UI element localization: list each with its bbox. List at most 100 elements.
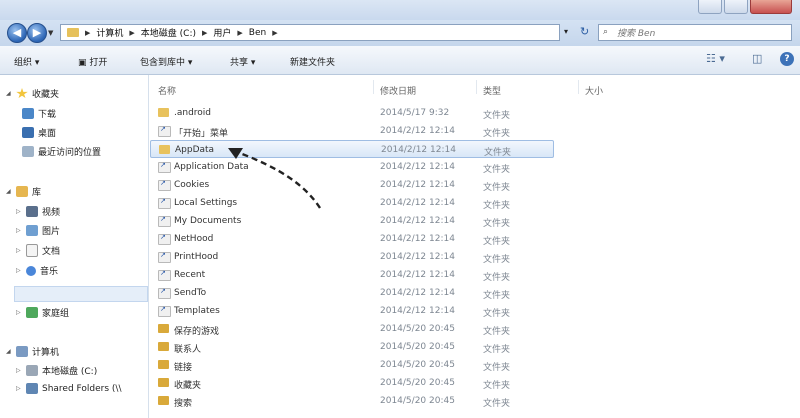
refresh-icon[interactable]: ↻ bbox=[580, 25, 589, 38]
chevron-right-icon[interactable]: ▶ bbox=[129, 29, 134, 37]
drive-icon bbox=[26, 365, 38, 376]
view-options-icon[interactable]: ☷ ▾ bbox=[706, 52, 725, 65]
file-type: 文件夹 bbox=[483, 183, 511, 193]
file-date: 2014/2/12 12:14 bbox=[380, 306, 455, 316]
folder-icon bbox=[159, 145, 170, 154]
search-box[interactable]: ⌕ bbox=[598, 24, 792, 41]
nav-label: 收藏夹 bbox=[32, 90, 60, 100]
chevron-right-icon[interactable]: ▶ bbox=[272, 29, 277, 37]
special-folder-icon bbox=[158, 378, 169, 387]
file-name: 收藏夹 bbox=[174, 381, 202, 391]
expand-icon[interactable]: ▷ bbox=[16, 385, 22, 392]
column-divider[interactable] bbox=[373, 80, 374, 94]
share-button[interactable]: 共享 ▾ bbox=[230, 55, 255, 68]
file-type: 文件夹 bbox=[483, 381, 511, 391]
collapse-icon[interactable]: ◢ bbox=[6, 348, 12, 355]
column-header-name[interactable]: 名称 bbox=[158, 84, 176, 97]
new-folder-button[interactable]: 新建文件夹 bbox=[290, 55, 335, 68]
nav-label: 本地磁盘 (C:) bbox=[42, 367, 98, 377]
file-date: 2014/5/20 20:45 bbox=[380, 396, 455, 406]
expand-icon[interactable]: ▷ bbox=[16, 309, 22, 316]
file-type: 文件夹 bbox=[483, 111, 511, 121]
chevron-right-icon[interactable]: ▶ bbox=[237, 29, 242, 37]
nav-libraries[interactable]: ◢ 库 bbox=[6, 185, 41, 198]
file-row[interactable]: PrintHood 2014/2/12 12:14 文件夹 bbox=[150, 248, 800, 266]
expand-icon[interactable]: ▷ bbox=[16, 227, 22, 234]
column-divider[interactable] bbox=[578, 80, 579, 94]
nav-label: 库 bbox=[32, 188, 42, 198]
folder-shortcut-icon bbox=[158, 287, 171, 299]
file-row[interactable]: 链接 2014/5/20 20:45 文件夹 bbox=[150, 356, 800, 374]
file-row[interactable]: .android 2014/5/17 9:32 文件夹 bbox=[150, 104, 800, 122]
file-date: 2014/2/12 12:14 bbox=[380, 180, 455, 190]
open-label: 打开 bbox=[89, 58, 108, 68]
file-date: 2014/2/12 12:14 bbox=[380, 234, 455, 244]
breadcrumb-ben[interactable]: Ben bbox=[249, 28, 266, 38]
column-header-size[interactable]: 大小 bbox=[585, 84, 603, 97]
folder-icon bbox=[158, 108, 169, 117]
include-in-library-button[interactable]: 包含到库中 ▾ bbox=[140, 55, 192, 68]
expand-icon[interactable]: ▷ bbox=[16, 208, 22, 215]
search-input[interactable] bbox=[615, 26, 789, 41]
breadcrumb-local-disk[interactable]: 本地磁盘 (C:) bbox=[141, 26, 196, 39]
library-icon bbox=[16, 186, 28, 197]
file-name: 联系人 bbox=[174, 345, 202, 355]
nav-pictures[interactable]: ▷ 图片 bbox=[16, 224, 60, 237]
address-dropdown-icon[interactable]: ▾ bbox=[564, 27, 568, 36]
close-button[interactable] bbox=[750, 0, 792, 14]
file-name: AppData bbox=[175, 145, 215, 155]
file-row[interactable]: Templates 2014/2/12 12:14 文件夹 bbox=[150, 302, 800, 320]
expand-icon[interactable]: ▷ bbox=[16, 367, 22, 374]
nav-label: 桌面 bbox=[38, 129, 57, 139]
back-button[interactable]: ◀ bbox=[7, 23, 27, 43]
file-row[interactable]: 联系人 2014/5/20 20:45 文件夹 bbox=[150, 338, 800, 356]
file-row[interactable]: 收藏夹 2014/5/20 20:45 文件夹 bbox=[150, 374, 800, 392]
column-header-type[interactable]: 类型 bbox=[483, 84, 501, 97]
breadcrumb-users[interactable]: 用户 bbox=[213, 26, 231, 39]
expand-icon[interactable]: ▷ bbox=[16, 247, 22, 254]
document-icon bbox=[26, 244, 38, 257]
open-button[interactable]: ▣ 打开 bbox=[78, 55, 107, 68]
minimize-button[interactable] bbox=[698, 0, 722, 14]
nav-recent[interactable]: 最近访问的位置 bbox=[22, 145, 101, 158]
nav-computer[interactable]: ◢ 计算机 bbox=[6, 345, 59, 358]
column-header-date[interactable]: 修改日期 bbox=[380, 84, 416, 97]
file-row[interactable]: AppData 2014/2/12 12:14 文件夹 bbox=[150, 140, 554, 158]
nav-shared-folders[interactable]: ▷ Shared Folders (\\ bbox=[16, 383, 121, 394]
maximize-button[interactable] bbox=[724, 0, 748, 14]
forward-button[interactable]: ▶ bbox=[27, 23, 47, 43]
organize-button[interactable]: 组织 ▾ bbox=[14, 55, 39, 68]
nav-documents[interactable]: ▷ 文档 bbox=[16, 244, 60, 257]
file-row[interactable]: NetHood 2014/2/12 12:14 文件夹 bbox=[150, 230, 800, 248]
nav-music[interactable]: ▷ 音乐 bbox=[16, 264, 58, 277]
collapse-icon[interactable]: ◢ bbox=[6, 90, 12, 97]
help-icon[interactable]: ? bbox=[780, 52, 794, 66]
chevron-right-icon[interactable]: ▶ bbox=[202, 29, 207, 37]
file-row[interactable]: 搜索 2014/5/20 20:45 文件夹 bbox=[150, 392, 800, 410]
nav-desktop[interactable]: 桌面 bbox=[22, 126, 56, 139]
music-icon bbox=[26, 265, 36, 276]
chevron-right-icon[interactable]: ▶ bbox=[85, 29, 90, 37]
nav-favorites[interactable]: ◢ 收藏夹 bbox=[6, 87, 59, 100]
file-name: 搜索 bbox=[174, 399, 193, 409]
file-row[interactable]: 「开始」菜单 2014/2/12 12:14 文件夹 bbox=[150, 122, 800, 140]
title-bar bbox=[0, 0, 800, 20]
expand-icon[interactable]: ▷ bbox=[16, 267, 22, 274]
preview-pane-icon[interactable]: ◫ bbox=[752, 52, 762, 65]
breadcrumb-computer[interactable]: 计算机 bbox=[96, 26, 123, 39]
nav-downloads[interactable]: 下载 bbox=[22, 107, 56, 120]
folder-shortcut-icon bbox=[158, 125, 171, 137]
file-type: 文件夹 bbox=[483, 291, 511, 301]
column-divider[interactable] bbox=[476, 80, 477, 94]
file-row[interactable]: SendTo 2014/2/12 12:14 文件夹 bbox=[150, 284, 800, 302]
nav-local-disk[interactable]: ▷ 本地磁盘 (C:) bbox=[16, 364, 97, 377]
nav-label: 音乐 bbox=[40, 267, 59, 277]
address-bar[interactable]: ▶ 计算机 ▶ 本地磁盘 (C:) ▶ 用户 ▶ Ben ▶ bbox=[60, 24, 560, 41]
nav-label: 视频 bbox=[42, 208, 61, 218]
collapse-icon[interactable]: ◢ bbox=[6, 188, 12, 195]
nav-homegroup[interactable]: ▷ 家庭组 bbox=[16, 306, 69, 319]
file-row[interactable]: Recent 2014/2/12 12:14 文件夹 bbox=[150, 266, 800, 284]
nav-videos[interactable]: ▷ 视频 bbox=[16, 205, 60, 218]
file-row[interactable]: 保存的游戏 2014/5/20 20:45 文件夹 bbox=[150, 320, 800, 338]
recent-pages-dropdown[interactable]: ▼ bbox=[48, 29, 53, 37]
